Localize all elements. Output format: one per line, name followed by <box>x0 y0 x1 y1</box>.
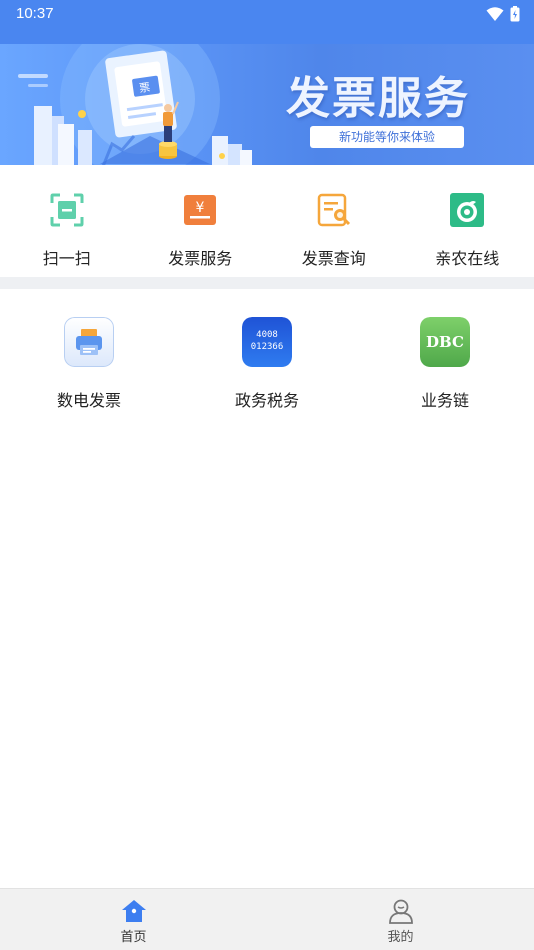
banner-title: 发票服务 <box>286 73 470 124</box>
nav-label: 我的 <box>387 930 414 945</box>
app-business-chain[interactable]: DBC 业务链 <box>356 289 534 419</box>
section-divider <box>0 277 534 289</box>
status-bar: 10:37 <box>0 0 534 44</box>
app-grid: 数电发票 4008 012366 政务税务 DBC 业务链 <box>0 289 534 419</box>
app-label: 数电发票 <box>56 391 121 410</box>
tax-hotline-line1: 4008 <box>256 330 278 340</box>
tax-hotline-icon: 4008 012366 <box>242 317 292 367</box>
invoice-service-icon: ¥ <box>184 195 217 225</box>
home-icon <box>121 900 146 922</box>
wifi-icon <box>486 7 504 21</box>
profile-icon <box>388 899 413 924</box>
quick-action-label: 发票服务 <box>168 249 233 268</box>
svg-text:票: 票 <box>138 81 151 95</box>
svg-text:¥: ¥ <box>196 200 205 216</box>
quick-action-invoice-search[interactable]: 发票查询 <box>267 165 401 277</box>
status-time: 10:37 <box>16 5 54 22</box>
nav-tab-home[interactable]: 首页 <box>0 889 267 950</box>
status-icons <box>486 6 520 22</box>
quick-action-scan[interactable]: 扫一扫 <box>0 165 134 277</box>
battery-icon <box>510 6 520 22</box>
banner-subtitle-button[interactable]: 新功能等你来体验 <box>310 126 464 148</box>
nav-tab-profile[interactable]: 我的 <box>267 889 534 950</box>
quick-action-label: 亲农在线 <box>435 249 500 268</box>
quick-action-label: 发票查询 <box>301 249 366 268</box>
app-government-tax[interactable]: 4008 012366 政务税务 <box>178 289 356 419</box>
dbc-icon: DBC <box>420 317 470 367</box>
app-label: 政务税务 <box>234 391 299 410</box>
quick-action-qinnong-online[interactable]: 亲农在线 <box>401 165 534 277</box>
bottom-navigation: 首页 我的 <box>0 888 534 950</box>
nav-label: 首页 <box>120 930 147 945</box>
quick-action-label: 扫一扫 <box>42 249 91 268</box>
invoice-search-icon <box>317 193 350 227</box>
app-label: 业务链 <box>420 391 469 410</box>
printer-icon <box>64 317 114 367</box>
dbc-icon-text: DBC <box>426 333 464 351</box>
tax-hotline-line2: 012366 <box>251 342 284 352</box>
banner-illustration: 票 <box>18 44 252 165</box>
qinnong-online-icon <box>450 193 485 227</box>
quick-actions-row: 扫一扫 ¥ 发票服务 发票查询 亲农在线 <box>0 165 534 277</box>
app-digital-invoice[interactable]: 数电发票 <box>0 289 178 419</box>
scan-icon <box>50 193 84 227</box>
promo-banner[interactable]: 票 发票服务 新功能等你来体验 <box>0 44 534 165</box>
quick-action-invoice-service[interactable]: ¥ 发票服务 <box>134 165 268 277</box>
